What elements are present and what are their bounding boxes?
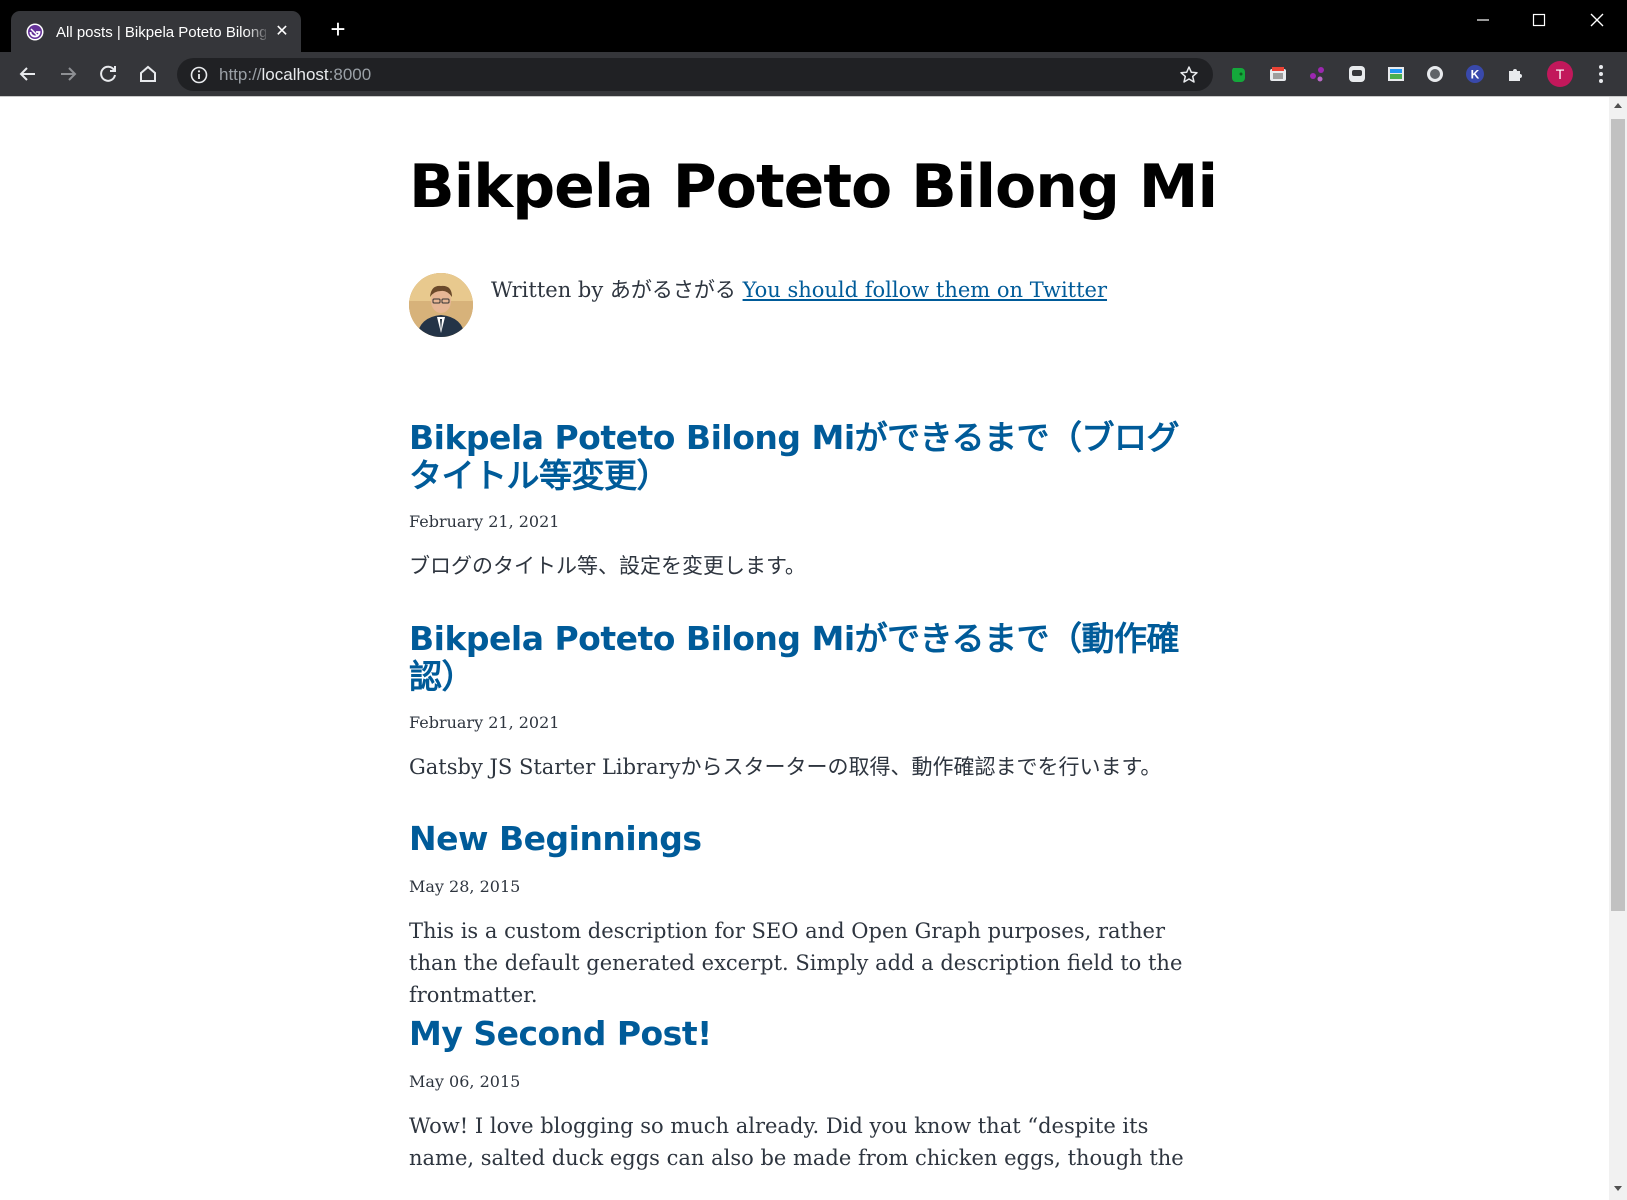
bio-prefix: Written by あがるさがる [491,278,743,302]
post-description: ブログのタイトル等、設定を変更します。 [409,554,806,578]
post-title-link[interactable]: Bikpela Poteto Bilong Miができるまで（ブログタイトル等変… [409,419,1194,495]
puzzle-extensions-icon[interactable] [1505,64,1525,84]
post-date: February 21, 2021 [409,512,560,531]
post-item: New Beginnings May 28, 2015 This is a cu… [409,820,1194,1008]
post-date: May 06, 2015 [409,1072,521,1091]
window-close-icon[interactable] [1574,4,1620,36]
post-description: Gatsby JS Starter Libraryからスターターの取得、動作確認… [409,755,1162,779]
post-item: My Second Post! May 06, 2015 Wow! I love… [409,1015,1194,1171]
profile-avatar[interactable]: T [1547,61,1573,87]
vertical-scrollbar[interactable] [1609,97,1627,1200]
circle-extension-icon[interactable] [1425,64,1445,84]
url-host: localhost [261,65,329,84]
reload-icon[interactable] [95,61,121,87]
post-description: This is a custom description for SEO and… [409,919,1183,1007]
twitter-link[interactable]: You should follow them on Twitter [743,278,1107,302]
site-info-icon[interactable] [190,66,208,84]
window-maximize-icon[interactable] [1516,4,1562,36]
gatsby-favicon-icon [26,23,44,41]
address-bar[interactable]: http://localhost:8000 [177,58,1213,91]
post-item: Bikpela Poteto Bilong Miができるまで（ブログタイトル等変… [409,419,1194,579]
tab-title-fade [246,19,271,45]
url-port: :8000 [328,65,372,84]
post-title-link[interactable]: My Second Post! [409,1015,1194,1053]
evernote-icon[interactable] [1228,64,1248,84]
forward-arrow-icon[interactable] [55,61,81,87]
scrollbar-thumb[interactable] [1611,119,1625,911]
scroll-down-arrow-icon[interactable] [1614,1186,1622,1191]
scroll-up-arrow-icon[interactable] [1614,103,1622,108]
bookmark-star-icon[interactable] [1179,65,1199,85]
home-icon[interactable] [135,61,161,87]
chat-extension-icon[interactable] [1347,64,1367,84]
post-title-link[interactable]: New Beginnings [409,820,1194,858]
tab-close-icon[interactable]: ✕ [273,22,291,40]
browser-tab[interactable]: All posts | Bikpela Poteto Bilong Mi ✕ [11,11,301,52]
browser-toolbar: http://localhost:8000 K T [0,52,1627,96]
post-item: Bikpela Poteto Bilong Miができるまで（動作確認） Feb… [409,620,1194,780]
page-viewport: Bikpela Poteto Bilong Mi Written by あがるさ… [1,97,1609,1200]
dots-extension-icon[interactable] [1307,64,1327,84]
k-extension-icon[interactable]: K [1465,64,1485,84]
image-extension-icon[interactable] [1386,64,1406,84]
site-title[interactable]: Bikpela Poteto Bilong Mi [409,147,1218,227]
new-tab-icon[interactable]: + [326,16,350,42]
url-text[interactable]: http://localhost:8000 [219,65,371,85]
tab-title: All posts | Bikpela Poteto Bilong Mi [56,24,266,41]
window-minimize-icon[interactable] [1460,4,1506,36]
svg-text:K: K [1471,68,1480,82]
more-menu-icon[interactable] [1591,62,1611,86]
chrome-cast-icon[interactable] [1268,64,1288,84]
back-arrow-icon[interactable] [15,61,41,87]
bio-text: Written by あがるさがる You should follow them… [491,273,1107,307]
url-scheme: http:// [219,65,262,84]
post-date: May 28, 2015 [409,877,521,896]
post-date: February 21, 2021 [409,713,560,732]
author-bio: Written by あがるさがる You should follow them… [409,273,1194,338]
tab-strip: All posts | Bikpela Poteto Bilong Mi ✕ + [0,0,1627,52]
author-avatar [409,273,473,337]
post-title-link[interactable]: Bikpela Poteto Bilong Miができるまで（動作確認） [409,620,1194,696]
post-description: Wow! I love blogging so much already. Di… [409,1114,1184,1170]
